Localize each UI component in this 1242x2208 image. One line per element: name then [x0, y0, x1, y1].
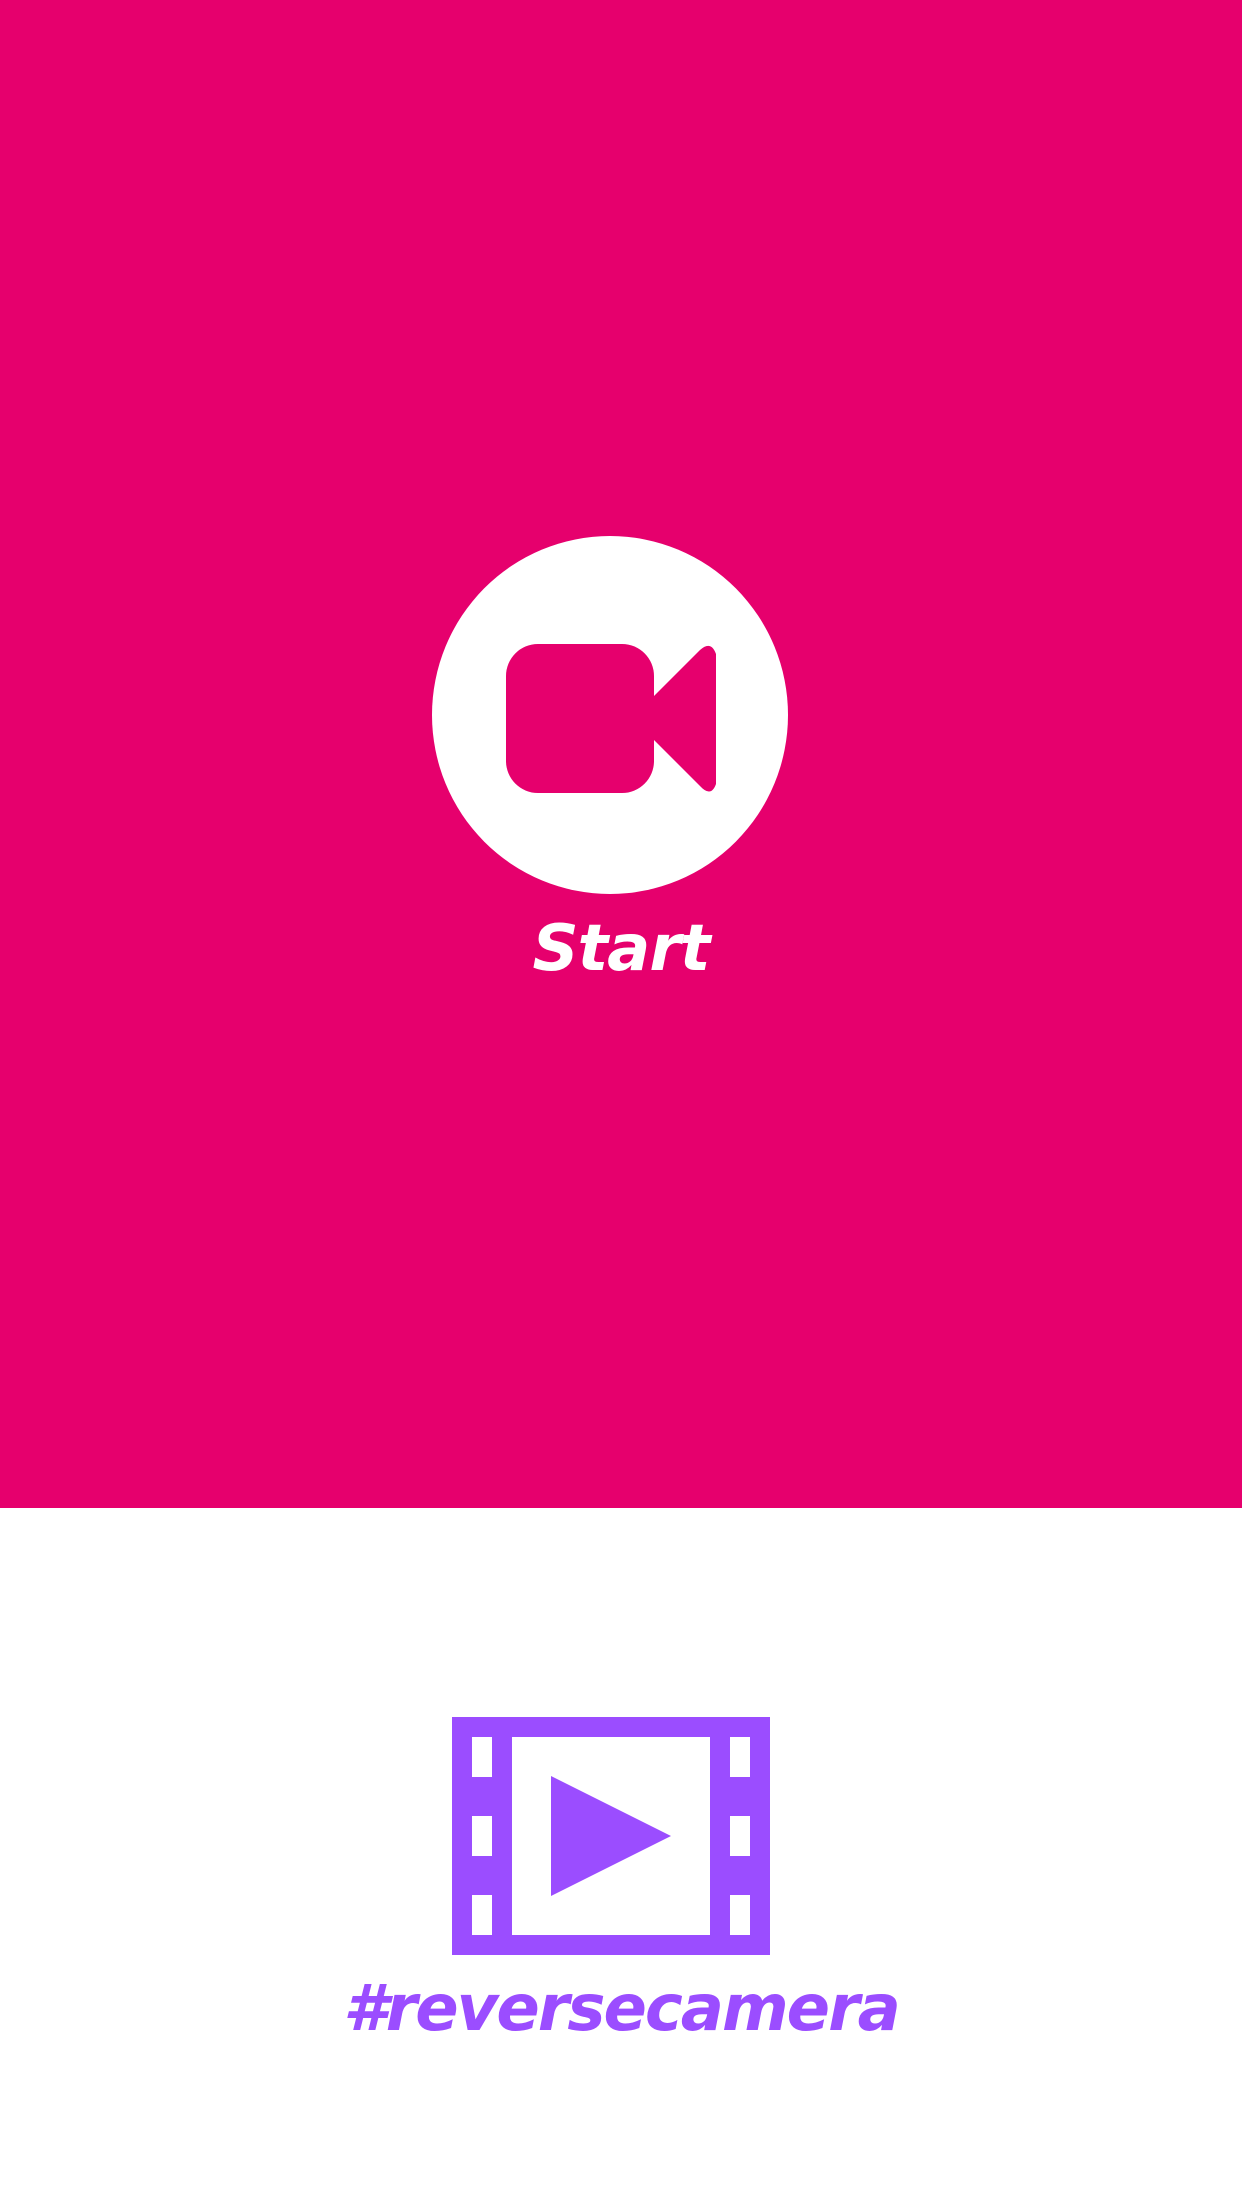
video-camera-icon [506, 644, 716, 793]
film-play-icon [452, 1717, 770, 1955]
start-record-button[interactable] [432, 536, 788, 894]
start-label[interactable]: Start [0, 912, 1242, 986]
gallery-button[interactable] [452, 1717, 770, 1955]
hashtag-label[interactable]: #reversecamera [0, 1972, 1242, 2046]
